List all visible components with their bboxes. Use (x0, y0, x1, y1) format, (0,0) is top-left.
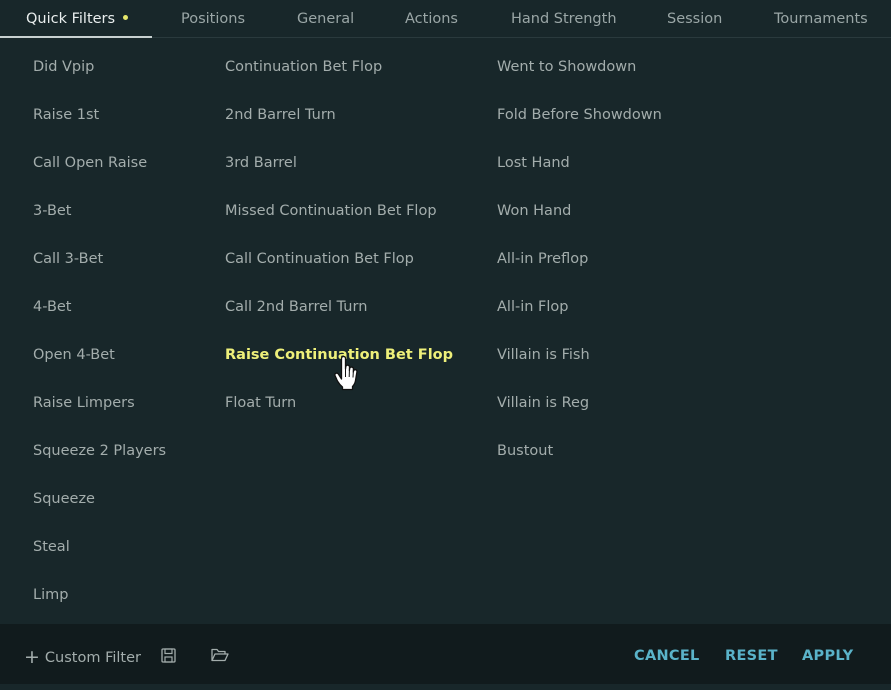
filter-all-in-flop[interactable]: All-in Flop (497, 299, 568, 315)
filter-raise-1st[interactable]: Raise 1st (33, 107, 99, 123)
filter-open-4-bet[interactable]: Open 4-Bet (33, 347, 115, 363)
filter-raise-limpers[interactable]: Raise Limpers (33, 395, 135, 411)
apply-button[interactable]: APPLY (802, 624, 853, 684)
filter-call-open-raise[interactable]: Call Open Raise (33, 155, 147, 171)
filter-limp[interactable]: Limp (33, 587, 68, 603)
tab-actions[interactable]: Actions (405, 0, 458, 38)
filter-squeeze[interactable]: Squeeze (33, 491, 95, 507)
save-icon[interactable] (161, 648, 176, 663)
plus-icon: + (24, 646, 40, 668)
tab-general[interactable]: General (297, 0, 354, 38)
filter-3-bet[interactable]: 3-Bet (33, 203, 72, 219)
tab-positions[interactable]: Positions (181, 0, 245, 38)
filter-float-turn[interactable]: Float Turn (225, 395, 296, 411)
filter-call-3-bet[interactable]: Call 3-Bet (33, 251, 103, 267)
filter-went-to-showdown[interactable]: Went to Showdown (497, 59, 636, 75)
filter-call-continuation-bet-flop[interactable]: Call Continuation Bet Flop (225, 251, 414, 267)
filter-missed-continuation-bet-flop[interactable]: Missed Continuation Bet Flop (225, 203, 437, 219)
filter-all-in-preflop[interactable]: All-in Preflop (497, 251, 588, 267)
filter-3rd-barrel[interactable]: 3rd Barrel (225, 155, 297, 171)
tab-hand-strength[interactable]: Hand Strength (511, 0, 617, 38)
hand-pointer-cursor-icon (334, 356, 358, 391)
filter-continuation-bet-flop[interactable]: Continuation Bet Flop (225, 59, 382, 75)
tab-quick-filters[interactable]: Quick Filters (26, 0, 129, 38)
active-tab-underline (0, 36, 152, 38)
filter-lost-hand[interactable]: Lost Hand (497, 155, 570, 171)
tab-bar: Quick Filters Positions General Actions … (0, 0, 891, 38)
filter-2nd-barrel-turn[interactable]: 2nd Barrel Turn (225, 107, 336, 123)
filter-steal[interactable]: Steal (33, 539, 70, 555)
filter-won-hand[interactable]: Won Hand (497, 203, 571, 219)
filter-fold-before-showdown[interactable]: Fold Before Showdown (497, 107, 662, 123)
footer-bar: + Custom Filter CANCEL RESET APPLY (0, 624, 891, 684)
filter-did-vpip[interactable]: Did Vpip (33, 59, 94, 75)
tab-label: Quick Filters (26, 11, 116, 27)
reset-button[interactable]: RESET (725, 624, 778, 684)
folder-open-icon[interactable] (211, 648, 229, 662)
custom-filter-button[interactable]: + Custom Filter (24, 624, 141, 684)
filter-villain-is-reg[interactable]: Villain is Reg (497, 395, 589, 411)
filter-squeeze-2-players[interactable]: Squeeze 2 Players (33, 443, 166, 459)
tab-session[interactable]: Session (667, 0, 722, 38)
filter-4-bet[interactable]: 4-Bet (33, 299, 72, 315)
filter-bustout[interactable]: Bustout (497, 443, 553, 459)
cancel-button[interactable]: CANCEL (634, 624, 700, 684)
filter-call-2nd-barrel-turn[interactable]: Call 2nd Barrel Turn (225, 299, 367, 315)
filter-villain-is-fish[interactable]: Villain is Fish (497, 347, 590, 363)
custom-filter-label: Custom Filter (44, 650, 141, 666)
tab-tournaments[interactable]: Tournaments (774, 0, 868, 38)
active-indicator-dot (123, 14, 129, 20)
